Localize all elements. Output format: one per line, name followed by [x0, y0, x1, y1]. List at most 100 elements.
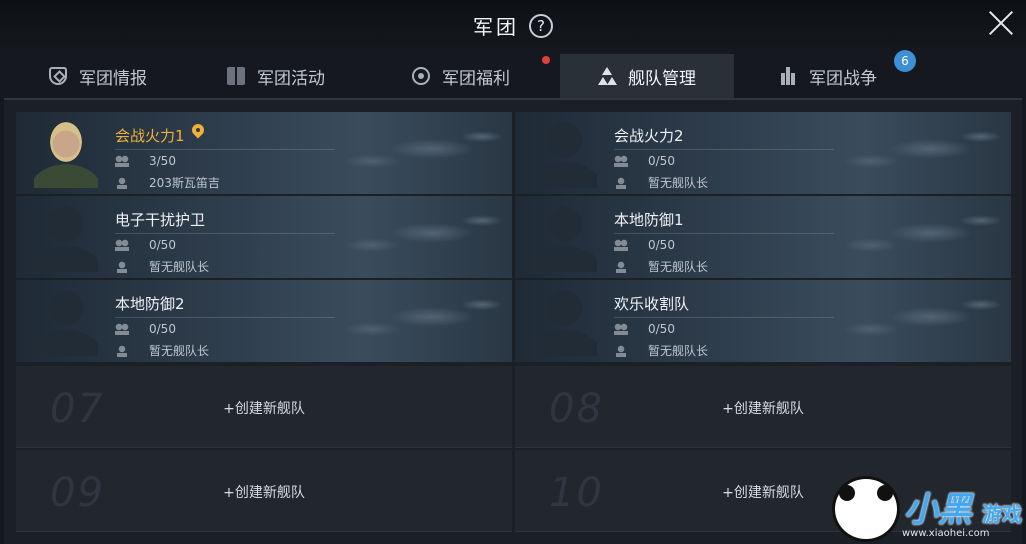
avatar-placeholder: [533, 286, 597, 356]
leader-icon: [614, 344, 628, 357]
top-bar: 军团?: [0, 0, 1026, 48]
ship-art: [811, 280, 1011, 362]
tab-label: 军团活动: [257, 68, 325, 89]
ship-art: [811, 196, 1011, 278]
divider: [115, 233, 335, 234]
fleet-card[interactable]: 本地防御2 0/50 暂无舰队长: [16, 280, 512, 362]
create-fleet-button[interactable]: +创建新舰队: [515, 398, 1011, 418]
divider: [614, 233, 834, 234]
site-watermark: 小黑 游戏 www.xiaohei.com: [832, 476, 1026, 544]
fleet-name: 会战火力1: [115, 127, 185, 145]
close-icon[interactable]: [986, 8, 1016, 38]
book-icon: [227, 67, 245, 85]
members-icon: [614, 239, 628, 251]
leader-icon: [614, 260, 628, 273]
war-icon: [779, 67, 797, 85]
leader-row: 暂无舰队长: [614, 174, 708, 191]
create-fleet-button[interactable]: +创建新舰队: [16, 482, 512, 502]
tab-legion-activity[interactable]: 军团活动: [196, 54, 356, 98]
member-count: 0/50: [648, 238, 675, 252]
member-count-row: 0/50: [614, 322, 675, 336]
page-title: 军团?: [0, 11, 1026, 40]
gift-icon: [412, 67, 430, 85]
ship-art: [312, 112, 512, 194]
fleet-card[interactable]: 欢乐收割队 0/50 暂无舰队长: [515, 280, 1011, 362]
fleet-leader: 暂无舰队长: [149, 260, 210, 274]
ship-art: [811, 112, 1011, 194]
fleet-name: 电子干扰护卫: [115, 211, 206, 229]
leader-row: 暂无舰队长: [614, 342, 708, 359]
fleet-card[interactable]: 电子干扰护卫 0/50 暂无舰队长: [16, 196, 512, 278]
member-count: 0/50: [648, 322, 675, 336]
page-title-text: 军团: [473, 15, 519, 39]
fleet-leader: 暂无舰队长: [648, 344, 709, 358]
members-icon: [115, 323, 129, 335]
fleet-name: 本地防御2: [115, 295, 185, 313]
divider: [115, 317, 335, 318]
panda-logo-icon: [832, 476, 900, 542]
create-fleet-slot[interactable]: 07 +创建新舰队: [16, 366, 512, 448]
members-icon: [115, 239, 129, 251]
tab-label: 军团福利: [442, 68, 510, 89]
tab-fleet-management[interactable]: 舰队管理: [560, 54, 734, 98]
fleet-name: 欢乐收割队: [614, 295, 690, 313]
shield-icon: [49, 67, 67, 85]
avatar-placeholder: [34, 202, 98, 272]
divider: [115, 149, 335, 150]
leader-icon: [614, 176, 628, 189]
leader-icon: [115, 176, 129, 189]
location-pin-icon: [192, 124, 204, 140]
member-count-row: 0/50: [115, 238, 176, 252]
watermark-url: www.xiaohei.com: [902, 528, 990, 539]
fleet-card[interactable]: 会战火力1 3/50 203斯瓦笛吉: [16, 112, 512, 194]
leader-icon: [115, 344, 129, 357]
avatar-placeholder: [533, 118, 597, 188]
member-count: 0/50: [648, 154, 675, 168]
avatar-placeholder: [533, 202, 597, 272]
fleet-icon: [598, 67, 617, 85]
member-count: 0/50: [149, 238, 176, 252]
watermark-text: 小黑: [904, 490, 972, 530]
create-fleet-slot[interactable]: 09 +创建新舰队: [16, 450, 512, 532]
member-count-row: 0/50: [614, 238, 675, 252]
leader-row: 203斯瓦笛吉: [115, 174, 220, 191]
fleet-name: 本地防御1: [614, 211, 684, 229]
leader-icon: [115, 260, 129, 273]
ship-art: [312, 196, 512, 278]
count-badge: 6: [894, 50, 916, 72]
leader-row: 暂无舰队长: [614, 258, 708, 275]
fleet-leader: 暂无舰队长: [648, 176, 709, 190]
fleet-leader: 暂无舰队长: [149, 344, 210, 358]
help-icon[interactable]: ?: [529, 13, 553, 38]
member-count-row: 0/50: [614, 154, 675, 168]
tab-label: 舰队管理: [628, 68, 696, 89]
fleet-leader: 暂无舰队长: [648, 260, 709, 274]
fleet-card[interactable]: 本地防御1 0/50 暂无舰队长: [515, 196, 1011, 278]
avatar: [34, 118, 98, 188]
create-fleet-slot[interactable]: 08 +创建新舰队: [515, 366, 1011, 448]
members-icon: [115, 155, 129, 167]
member-count: 0/50: [149, 322, 176, 336]
member-count: 3/50: [149, 154, 176, 168]
ship-art: [312, 280, 512, 362]
tab-label: 军团情报: [79, 68, 147, 89]
divider: [614, 149, 834, 150]
tab-legion-welfare[interactable]: 军团福利: [378, 54, 550, 98]
tab-legion-intel[interactable]: 军团情报: [18, 54, 178, 98]
fleet-card[interactable]: 会战火力2 0/50 暂无舰队长: [515, 112, 1011, 194]
create-fleet-button[interactable]: +创建新舰队: [16, 398, 512, 418]
avatar-placeholder: [34, 286, 98, 356]
divider: [614, 317, 834, 318]
tab-label: 军团战争: [809, 68, 877, 89]
members-icon: [614, 323, 628, 335]
watermark-sub: 游戏: [982, 502, 1022, 526]
tab-legion-war[interactable]: 军团战争 6: [748, 50, 916, 98]
member-count-row: 0/50: [115, 322, 176, 336]
fleet-name: 会战火力2: [614, 127, 684, 145]
members-icon: [614, 155, 628, 167]
leader-row: 暂无舰队长: [115, 342, 209, 359]
tab-bar: 军团情报 军团活动 军团福利 舰队管理 军团战争 6: [0, 50, 1026, 98]
notification-dot: [542, 56, 550, 64]
leader-row: 暂无舰队长: [115, 258, 209, 275]
fleet-leader: 203斯瓦笛吉: [149, 176, 220, 190]
